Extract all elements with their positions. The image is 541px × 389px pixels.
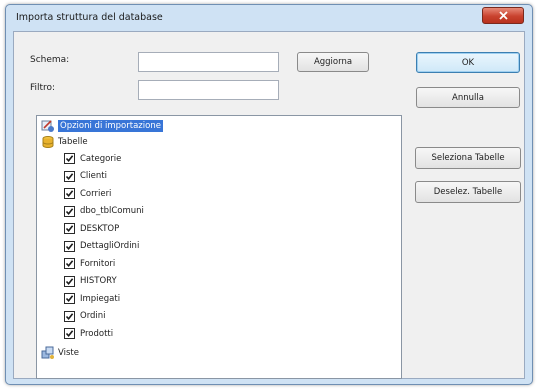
table-item-label: DettagliOrdini bbox=[80, 241, 140, 251]
checkbox-checked-icon[interactable] bbox=[64, 153, 75, 164]
table-item[interactable]: Corrieri bbox=[64, 186, 111, 201]
table-item[interactable]: DettagliOrdini bbox=[64, 239, 139, 254]
checkbox-checked-icon[interactable] bbox=[64, 328, 75, 339]
table-item-label: Categorie bbox=[80, 153, 122, 164]
table-item-label: Fornitori bbox=[80, 258, 116, 269]
table-item-label: Corrieri bbox=[80, 188, 112, 199]
table-item[interactable]: Impiegati bbox=[64, 291, 120, 306]
table-item[interactable]: Fornitori bbox=[64, 256, 115, 271]
options-icon bbox=[41, 119, 54, 132]
title-bar[interactable]: Importa struttura del database bbox=[6, 5, 532, 31]
checkbox-checked-icon[interactable] bbox=[64, 310, 75, 322]
import-structure-dialog: Importa struttura del database Schema: A… bbox=[5, 4, 533, 385]
table-item-label: HISTORY bbox=[80, 276, 117, 286]
tree-node-views[interactable]: Viste bbox=[41, 345, 79, 360]
close-icon bbox=[498, 11, 508, 20]
filter-label: Filtro: bbox=[30, 83, 56, 93]
dialog-body: Schema: Aggiorna Filtro: Opzioni di impo… bbox=[13, 31, 525, 379]
select-tables-button[interactable]: Seleziona Tabelle bbox=[415, 147, 521, 169]
views-icon bbox=[41, 346, 54, 359]
checkbox-checked-icon[interactable] bbox=[64, 258, 75, 269]
table-item-label: Clienti bbox=[80, 171, 107, 181]
tree-label-views: Viste bbox=[58, 347, 79, 358]
checkbox-checked-icon[interactable] bbox=[64, 275, 75, 287]
table-item[interactable]: Categorie bbox=[64, 151, 121, 166]
tree-label-options: Opzioni di importazione bbox=[58, 119, 163, 132]
filter-input[interactable] bbox=[138, 80, 279, 100]
table-item[interactable]: HISTORY bbox=[64, 274, 117, 289]
table-item-label: Ordini bbox=[80, 311, 106, 321]
cancel-button[interactable]: Annulla bbox=[416, 87, 520, 108]
tree-label-tables: Tabelle bbox=[58, 136, 88, 147]
deselect-tables-button[interactable]: Deselez. Tabelle bbox=[415, 181, 521, 203]
checkbox-checked-icon[interactable] bbox=[64, 205, 75, 217]
import-tree[interactable]: Opzioni di importazione Tabelle Categori… bbox=[36, 115, 402, 379]
checkbox-checked-icon[interactable] bbox=[64, 293, 75, 304]
table-item[interactable]: DESKTOP bbox=[64, 221, 119, 236]
table-item-label: DESKTOP bbox=[80, 223, 120, 234]
checkbox-checked-icon[interactable] bbox=[64, 223, 75, 234]
table-item-label: Impiegati bbox=[80, 293, 121, 304]
table-item-label: dbo_tblComuni bbox=[80, 206, 144, 216]
table-item[interactable]: Clienti bbox=[64, 169, 107, 184]
table-item-label: Prodotti bbox=[80, 328, 114, 339]
refresh-button[interactable]: Aggiorna bbox=[297, 52, 369, 72]
table-item[interactable]: Ordini bbox=[64, 309, 106, 324]
checkbox-checked-icon[interactable] bbox=[64, 170, 75, 182]
checkbox-checked-icon[interactable] bbox=[64, 240, 75, 252]
table-item[interactable]: dbo_tblComuni bbox=[64, 204, 144, 219]
tree-node-options[interactable]: Opzioni di importazione bbox=[41, 118, 163, 133]
window-title: Importa struttura del database bbox=[16, 12, 163, 23]
schema-input[interactable] bbox=[138, 52, 279, 72]
checkbox-checked-icon[interactable] bbox=[64, 188, 75, 199]
table-item[interactable]: Prodotti bbox=[64, 326, 113, 341]
tree-node-tables[interactable]: Tabelle bbox=[41, 134, 88, 149]
schema-label: Schema: bbox=[30, 55, 70, 65]
ok-button[interactable]: OK bbox=[416, 52, 520, 73]
close-button[interactable] bbox=[482, 7, 524, 24]
database-icon bbox=[42, 135, 54, 148]
